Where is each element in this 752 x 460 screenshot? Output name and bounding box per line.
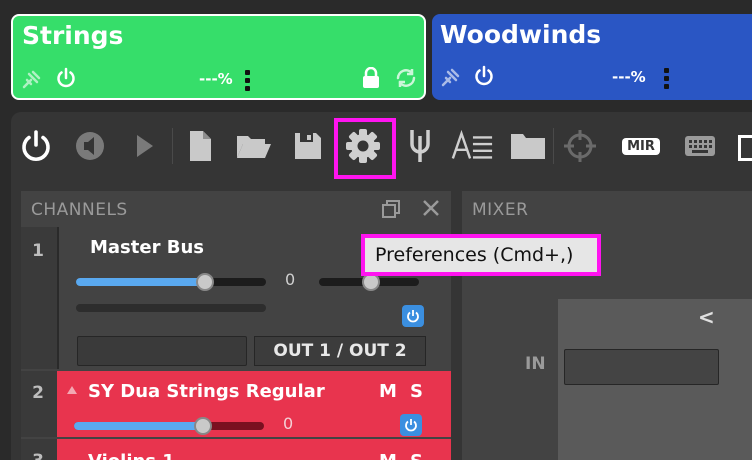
plug-icon[interactable]: [440, 66, 462, 92]
slot-title: Woodwinds: [440, 20, 602, 49]
in-label: IN: [525, 354, 546, 374]
lock-icon[interactable]: [361, 66, 381, 93]
mixer-title: MIXER: [472, 200, 529, 220]
instrument-slot-woodwinds[interactable]: Woodwinds ---%: [432, 14, 752, 100]
slot-title: Strings: [22, 21, 124, 50]
pan-fader[interactable]: [319, 273, 419, 291]
volume-fader[interactable]: [74, 417, 264, 435]
channel-number: 3: [21, 451, 55, 460]
open-folder-icon[interactable]: [232, 124, 276, 168]
gear-icon[interactable]: [341, 124, 385, 168]
power-icon[interactable]: [473, 65, 495, 91]
mute-button[interactable]: M: [379, 381, 397, 402]
fader-knob[interactable]: [196, 273, 214, 291]
mixer-header: MIXER: [462, 191, 752, 227]
channel-row[interactable]: 2 SY Dua Strings Regular M S 0: [21, 371, 451, 437]
cpu-percent: ---%: [199, 70, 233, 88]
more-icon[interactable]: [664, 68, 669, 92]
solo-button[interactable]: S: [410, 451, 423, 460]
volume-value: 0: [283, 414, 294, 433]
collapse-arrow-icon[interactable]: [67, 386, 77, 394]
channel-number: 2: [32, 383, 44, 403]
mute-button[interactable]: M: [379, 451, 397, 460]
mixer-panel: MIXER < IN: [462, 191, 752, 460]
window-icon[interactable]: [738, 135, 752, 161]
power-icon[interactable]: [55, 67, 77, 93]
crosshair-icon[interactable]: [558, 124, 602, 168]
input-selector[interactable]: [564, 349, 719, 385]
channel-name: Violins 1: [88, 451, 175, 460]
channel-number: 1: [32, 241, 44, 261]
channel-name: SY Dua Strings Regular: [88, 381, 325, 402]
channels-header: CHANNELS: [21, 191, 451, 227]
scroll-left-button[interactable]: <: [698, 305, 715, 329]
preferences-tooltip: Preferences (Cmd+,): [361, 234, 601, 276]
speaker-icon[interactable]: [68, 124, 112, 168]
channels-title: CHANNELS: [31, 200, 128, 220]
power-button[interactable]: [402, 305, 424, 327]
folder-icon[interactable]: [506, 124, 550, 168]
close-icon[interactable]: [421, 198, 441, 223]
volume-fader[interactable]: [76, 273, 266, 291]
meter: [76, 304, 266, 312]
channels-panel: CHANNELS 1 Master Bus 0 OUT 1 / OUT 2 2 …: [21, 191, 451, 460]
power-button[interactable]: [400, 414, 422, 436]
volume-value: 0: [285, 270, 296, 289]
channel-name: Master Bus: [90, 237, 204, 258]
detach-icon[interactable]: [381, 199, 403, 224]
tuning-fork-icon[interactable]: [398, 124, 442, 168]
text-list-icon[interactable]: [450, 124, 494, 168]
app-window: Strings ---% Woodwinds ---% MIR CHANNELS…: [0, 0, 752, 460]
input-selector[interactable]: [77, 336, 247, 366]
keyboard-icon[interactable]: [678, 124, 722, 168]
refresh-icon[interactable]: [394, 67, 418, 93]
fader-knob[interactable]: [194, 417, 212, 435]
solo-button[interactable]: S: [410, 381, 423, 402]
mir-icon[interactable]: MIR: [620, 124, 662, 168]
plug-icon[interactable]: [21, 68, 43, 94]
more-icon[interactable]: [245, 70, 250, 94]
cpu-percent: ---%: [612, 68, 646, 86]
output-selector[interactable]: OUT 1 / OUT 2: [254, 336, 426, 366]
power-icon[interactable]: [14, 124, 58, 168]
mixer-strip: <: [558, 299, 752, 460]
new-file-icon[interactable]: [178, 124, 222, 168]
mir-label: MIR: [622, 137, 660, 155]
instrument-slot-strings[interactable]: Strings ---%: [11, 14, 426, 100]
channel-row[interactable]: 3 Violins 1 M S: [21, 439, 451, 460]
play-icon[interactable]: [122, 124, 166, 168]
save-icon[interactable]: [286, 124, 330, 168]
